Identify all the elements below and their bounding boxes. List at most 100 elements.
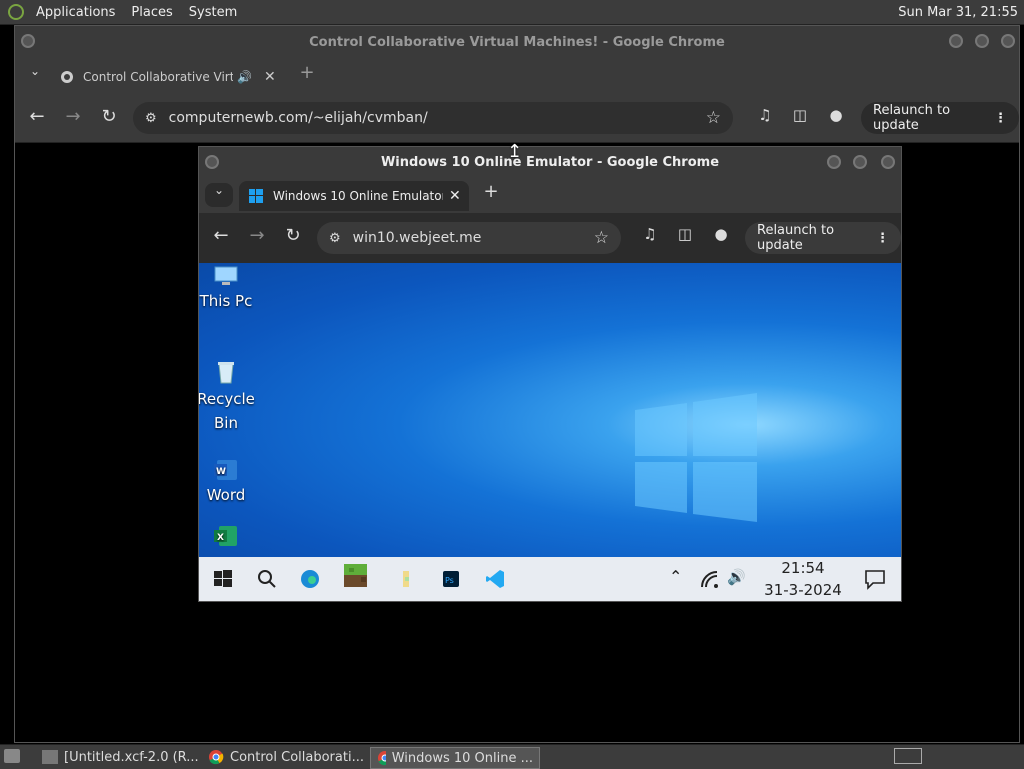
outer-window-title: Control Collaborative Virtual Machines! … [309,34,725,50]
desktop-icon-label: This Pc [199,292,253,310]
outer-tab-active[interactable]: Control Collaborative Virt 🔊 ✕ [59,62,289,92]
tab-close-icon[interactable]: ✕ [264,69,276,85]
window-menu-icon[interactable] [21,34,35,48]
excel-icon: X [213,525,239,547]
menu-system[interactable]: System [181,5,245,20]
desktop-icon-excel[interactable]: X [199,525,256,549]
inner-bookmark-star-icon[interactable]: ☆ [594,228,609,248]
windows-taskbar: Ps ⌃ 🔊 21:54 31-3-2024 [199,557,901,601]
search-icon[interactable] [255,567,279,591]
word-icon: W [213,459,239,481]
svg-text:W: W [216,467,226,477]
show-hidden-icons-icon[interactable]: ⌃ [669,567,682,586]
network-icon[interactable] [699,569,721,589]
speaker-icon[interactable]: 🔊 [237,70,252,84]
gimp-icon [42,750,58,764]
bookmark-star-icon[interactable]: ☆ [706,108,721,128]
inner-reload-icon[interactable]: ↻ [279,225,307,246]
taskbar-item-control-collaborative[interactable]: Control Collaborati... [202,747,372,767]
notification-center-icon[interactable] [863,568,887,590]
reload-icon[interactable]: ↻ [95,106,123,127]
start-menu-icon[interactable] [211,567,235,591]
media-control-icon[interactable]: ♫ [751,106,779,124]
inner-tab-active[interactable]: Windows 10 Online Emulator ✕ [239,181,469,211]
inner-toolbar: ← → ↻ ⚙ win10.webjeet.me ☆ ♫ ◫ ● Relaunc… [199,213,901,263]
windows-favicon-icon [249,189,263,203]
outer-relaunch-button[interactable]: Relaunch to update ⋮ [861,102,1019,134]
inner-forward-icon[interactable]: → [243,225,271,246]
outer-url-text[interactable]: computernewb.com/~elijah/cvmban/ [169,110,428,126]
inner-site-info-icon[interactable]: ⚙ [329,231,341,246]
outer-relaunch-label: Relaunch to update [873,103,951,133]
taskbar-time: 21:54 [781,559,825,577]
taskbar-item-gimp[interactable]: [Untitled.xcf-2.0 (R... [36,747,208,767]
back-icon[interactable]: ← [23,106,51,127]
inner-tab-close-icon[interactable]: ✕ [449,188,461,204]
desktop-icon-word[interactable]: W Word [199,459,256,507]
inner-profile-icon[interactable]: ● [707,225,735,243]
menu-places[interactable]: Places [123,5,180,20]
resize-cursor-icon: ↥ [507,141,523,162]
new-tab-icon[interactable]: + [293,62,321,83]
inner-url-text[interactable]: win10.webjeet.me [353,230,482,246]
desktop-icon-this-pc[interactable]: This Pc [199,265,256,313]
task-label: Control Collaborati... [230,749,364,765]
kebab-menu-icon[interactable]: ⋮ [994,111,1007,126]
inner-relaunch-button[interactable]: Relaunch to update ⋮ [745,222,901,254]
outer-tab-strip: ⌄ Control Collaborative Virt 🔊 ✕ + [15,58,1019,94]
outer-tab-label: Control Collaborative Virt [83,70,233,84]
gnome-logo-icon[interactable] [8,4,24,20]
close-icon[interactable] [1001,34,1015,48]
file-explorer-icon[interactable] [395,567,419,591]
taskbar-item-windows10-emulator[interactable]: Windows 10 Online ... [370,747,540,769]
desktop-icon-label: Recycle Bin [199,390,255,432]
inner-window-menu-icon[interactable] [205,155,219,169]
desktop-icon-recycle-bin[interactable]: Recycle Bin [199,359,256,435]
edge-browser-icon[interactable] [298,567,322,591]
bottom-panel: [Untitled.xcf-2.0 (R... Control Collabor… [0,744,1024,769]
tab-search-chevron-icon[interactable]: ⌄ [21,64,49,78]
inner-browser-window: Windows 10 Online Emulator - Google Chro… [198,146,902,602]
menu-applications[interactable]: Applications [28,5,123,20]
inner-relaunch-label: Relaunch to update [757,223,835,253]
vscode-icon[interactable] [483,567,507,591]
inner-media-control-icon[interactable]: ♫ [636,225,664,243]
inner-back-icon[interactable]: ← [207,225,235,246]
outer-title-bar[interactable]: Control Collaborative Virtual Machines! … [15,26,1019,58]
task-label: [Untitled.xcf-2.0 (R... [64,749,199,765]
inner-maximize-icon[interactable] [853,155,867,169]
inner-tab-search-chevron-icon[interactable]: ⌄ [205,183,233,207]
chrome-icon [378,751,386,766]
outer-toolbar: ← → ↻ ⚙ computernewb.com/~elijah/cvmban/… [15,94,1019,143]
photoshop-icon[interactable]: Ps [439,567,463,591]
inner-kebab-menu-icon[interactable]: ⋮ [876,231,889,246]
top-panel: Applications Places System Sun Mar 31, 2… [0,0,1024,25]
task-label: Windows 10 Online ... [391,750,533,766]
taskbar-date: 31-3-2024 [764,581,842,599]
inner-address-bar[interactable]: ⚙ win10.webjeet.me ☆ [317,222,621,254]
inner-tab-strip: ⌄ Windows 10 Online Emulator ✕ + [199,177,901,213]
taskbar-clock[interactable]: 21:54 31-3-2024 [757,557,849,601]
inner-close-icon[interactable] [881,155,895,169]
inner-title-bar[interactable]: Windows 10 Online Emulator - Google Chro… [199,147,901,177]
outer-address-bar[interactable]: ⚙ computernewb.com/~elijah/cvmban/ ☆ [133,102,733,134]
svg-text:X: X [217,533,224,543]
windows-desktop[interactable]: This Pc Recycle Bin W Word X [199,263,901,557]
maximize-icon[interactable] [975,34,989,48]
site-info-icon[interactable]: ⚙ [145,111,157,126]
workspace-switcher[interactable] [894,748,922,764]
side-panel-icon[interactable]: ◫ [786,106,814,124]
computer-icon [213,265,239,287]
panel-clock[interactable]: Sun Mar 31, 21:55 [898,5,1024,20]
inner-side-panel-icon[interactable]: ◫ [671,225,699,243]
profile-icon[interactable]: ● [822,106,850,124]
volume-icon[interactable]: 🔊 [727,568,746,586]
inner-minimize-icon[interactable] [827,155,841,169]
desktop-icon-label: Word [206,486,246,504]
forward-icon[interactable]: → [59,106,87,127]
minimize-icon[interactable] [949,34,963,48]
minecraft-icon[interactable] [343,563,367,587]
show-desktop-icon[interactable] [4,749,20,763]
windows-logo-icon [635,393,757,522]
inner-new-tab-icon[interactable]: + [477,181,505,202]
